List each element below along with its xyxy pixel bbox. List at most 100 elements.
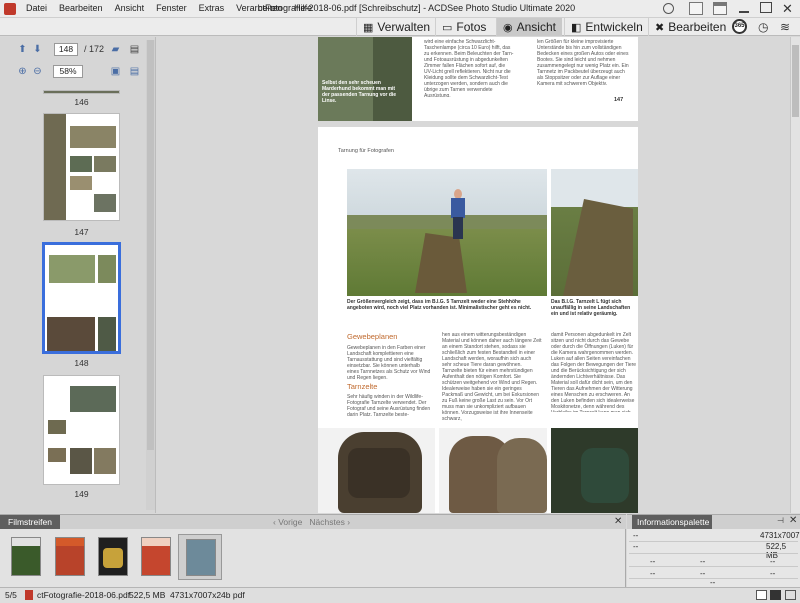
- section-heading: Gewebeplanen: [347, 332, 398, 341]
- 365-icon[interactable]: 365: [732, 19, 747, 34]
- thumbnail-147[interactable]: [43, 113, 120, 221]
- info-dimensions: 4731x7007: [760, 531, 800, 540]
- filmstrip: [0, 529, 626, 587]
- menu-datei[interactable]: Datei: [20, 0, 53, 18]
- thumbnail-label: 149: [74, 489, 89, 499]
- pdf-file-icon: [25, 590, 33, 600]
- section-heading: Tarnzelte: [347, 382, 378, 391]
- zoom-input[interactable]: 58%: [53, 65, 83, 78]
- previous-page-icon[interactable]: ⬆: [17, 44, 28, 55]
- expand-icon[interactable]: [785, 590, 796, 600]
- page-148: Tarnung für Fotografen Der Größenverglei…: [318, 127, 638, 513]
- mode-ansicht[interactable]: ◉ Ansicht: [496, 18, 562, 36]
- grid-icon: ▦: [363, 21, 374, 34]
- info-value: --: [633, 531, 639, 540]
- app-logo-icon: [4, 3, 16, 15]
- info-value: --: [770, 569, 776, 578]
- open-folder-icon[interactable]: ▰: [110, 44, 121, 55]
- film-thumbnail[interactable]: [98, 537, 128, 576]
- fit-width-icon[interactable]: ▤: [129, 66, 140, 77]
- photos-icon: ▭: [442, 21, 453, 34]
- edit-icon: ✖: [655, 21, 665, 34]
- mode-bearbeiten[interactable]: ✖ Bearbeiten: [648, 18, 732, 36]
- pin-icon[interactable]: ⊣: [777, 516, 784, 525]
- info-value: --: [650, 557, 656, 566]
- text-column: wird eine einfache Schwarzlicht-Taschenl…: [424, 39, 514, 97]
- film-thumbnail[interactable]: [141, 537, 171, 576]
- backpack-photo: [439, 428, 547, 513]
- film-thumbnail[interactable]: [11, 537, 41, 576]
- tent-interior-photo: [551, 428, 638, 513]
- eye-icon: ◉: [503, 21, 513, 34]
- info-value: --: [700, 569, 706, 578]
- info-tab[interactable]: Informationspalette: [632, 515, 712, 529]
- photo-caption: Selbst den sehr scheuen Marderhund bekom…: [322, 80, 397, 104]
- thumbnail-scrollbar[interactable]: [146, 40, 155, 510]
- color-icon[interactable]: [770, 590, 781, 600]
- tent-photo: [347, 169, 547, 296]
- thumbnail-list: 146 147 148 149: [0, 90, 146, 500]
- menu-ansicht[interactable]: Ansicht: [109, 0, 151, 18]
- menu-extras[interactable]: Extras: [193, 0, 231, 18]
- next-page-icon[interactable]: ⬇: [32, 44, 43, 55]
- next-button[interactable]: Nächstes: [309, 517, 344, 527]
- menu-bearbeiten[interactable]: Bearbeiten: [53, 0, 109, 18]
- edit-pencil-icon[interactable]: [756, 590, 767, 600]
- tent-photo-right: [551, 169, 638, 296]
- maximize-icon[interactable]: [760, 2, 772, 13]
- mode-entwickeln[interactable]: ◧ Entwickeln: [564, 18, 649, 36]
- develop-icon: ◧: [571, 21, 582, 34]
- print-icon[interactable]: ▤: [129, 44, 140, 55]
- document-viewer: Selbst den sehr scheuen Marderhund bekom…: [157, 37, 800, 513]
- close-icon[interactable]: ✕: [782, 1, 793, 17]
- thumbnail-146[interactable]: [43, 90, 120, 94]
- status-filesize: 522,5 MB: [129, 590, 166, 600]
- zoom-in-icon[interactable]: ⊕: [17, 66, 28, 77]
- document-scrollbar[interactable]: [790, 37, 800, 513]
- filmstrip-nav: ‹ Vorige Nächstes ›: [273, 517, 350, 527]
- photo-caption: Das B.I.G. Tarnzelt L fügt sich unauffäl…: [551, 299, 631, 318]
- window-title: ctFotografie-2018-06.pdf [Schreibschutz]…: [258, 3, 576, 13]
- close-filmstrip-icon[interactable]: ✕: [614, 516, 622, 527]
- previous-icon[interactable]: ‹: [273, 517, 276, 527]
- text-column: hen aus einem witterungsbeständigen Mate…: [442, 332, 542, 422]
- photo-caption: Der Größenvergleich zeigt, dass im B.I.G…: [347, 299, 532, 312]
- page-number-input[interactable]: 148: [54, 43, 78, 56]
- film-thumbnail-selected[interactable]: [178, 534, 222, 580]
- layout-icon[interactable]: [689, 2, 703, 15]
- previous-button[interactable]: Vorige: [278, 517, 302, 527]
- text-column: len Größen für kleine improvisierte Unte…: [537, 39, 629, 87]
- thumbnail-label: 146: [74, 97, 89, 107]
- text-column: Gewebeplanen in den Farben einer Landsch…: [347, 345, 431, 381]
- film-thumbnail[interactable]: [55, 537, 85, 576]
- status-dimensions: 4731x7007x24b pdf: [170, 590, 245, 600]
- status-filename: ctFotografie-2018-06.pdf: [37, 590, 131, 600]
- thumbnail-148[interactable]: [42, 242, 121, 354]
- divider: [629, 553, 798, 554]
- page-number: 147: [614, 97, 624, 103]
- section-title: Tarnung für Fotografen: [338, 148, 394, 154]
- info-value: --: [710, 578, 716, 587]
- page-total: / 172: [84, 44, 105, 54]
- info-value: --: [770, 557, 776, 566]
- thumbnail-label: 148: [74, 358, 89, 368]
- next-icon[interactable]: ›: [347, 517, 350, 527]
- filmstrip-tab[interactable]: Filmstreifen: [0, 515, 60, 529]
- panel-icon[interactable]: [713, 2, 727, 15]
- mode-fotos[interactable]: ▭ Fotos: [435, 18, 492, 36]
- zoom-out-icon[interactable]: ⊖: [32, 66, 43, 77]
- menu-fenster[interactable]: Fenster: [150, 0, 193, 18]
- close-info-icon[interactable]: ✕: [789, 515, 797, 526]
- thumbnail-149[interactable]: [43, 375, 120, 485]
- fit-page-icon[interactable]: ▣: [110, 66, 121, 77]
- info-value: --: [633, 542, 639, 551]
- text-column: damit Personen abgedunkelt im Zelt sitze…: [551, 332, 637, 412]
- text-column: Sehr häufig winden in der Wildlife-Fotog…: [347, 394, 431, 418]
- dashboard-icon[interactable]: ◷: [758, 20, 768, 34]
- account-icon[interactable]: [663, 3, 674, 14]
- signal-icon[interactable]: ≋: [780, 20, 790, 34]
- mode-verwalten[interactable]: ▦ Verwalten: [356, 18, 436, 36]
- page-147: Selbst den sehr scheuen Marderhund bekom…: [318, 37, 638, 121]
- info-value: --: [700, 557, 706, 566]
- backpack-photo: [318, 428, 435, 513]
